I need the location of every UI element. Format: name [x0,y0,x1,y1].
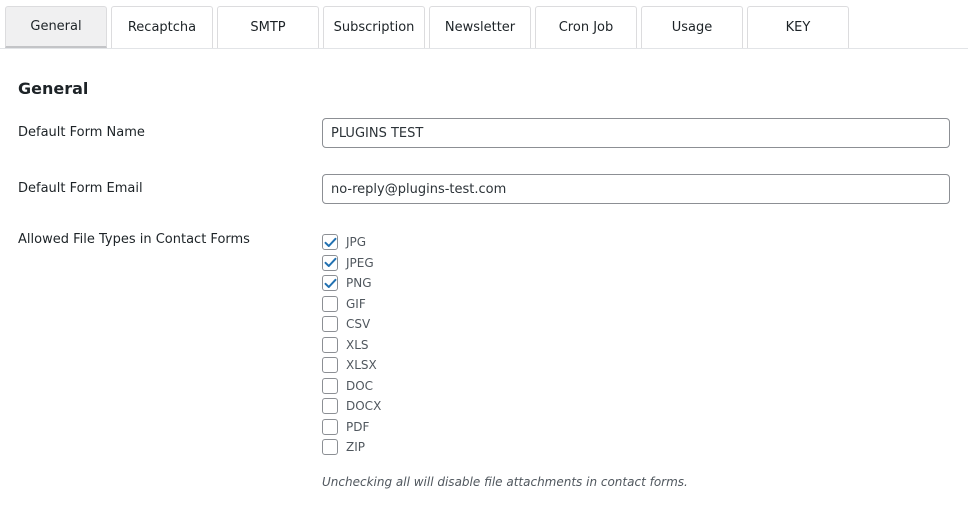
checkbox[interactable] [322,439,338,456]
file-type-option-doc[interactable]: DOC [322,376,622,397]
file-types-checklist: JPG JPEG PNG GIF CSV XLS XLSX DOC DOCX PDF ZIP [322,232,622,458]
default-form-name-label: Default Form Name [18,125,145,140]
file-type-option-pdf[interactable]: PDF [322,417,622,438]
file-type-label: JPG [346,235,367,250]
checkbox[interactable] [322,275,338,292]
checkbox[interactable] [322,377,338,394]
file-type-label: GIF [346,296,366,311]
section-title: General [18,79,89,98]
file-type-label: CSV [346,317,371,332]
file-type-option-zip[interactable]: ZIP [322,437,622,458]
file-type-label: PDF [346,419,370,434]
file-type-option-jpeg[interactable]: JPEG [322,253,622,274]
default-form-email-label: Default Form Email [18,181,143,196]
tab-newsletter[interactable]: Newsletter [429,6,531,48]
check-icon [324,237,336,247]
tab-cron-job[interactable]: Cron Job [535,6,637,48]
file-type-option-docx[interactable]: DOCX [322,396,622,417]
file-type-option-jpg[interactable]: JPG [322,232,622,253]
file-type-label: ZIP [346,440,365,455]
settings-tabs: General Recaptcha SMTP Subscription News… [0,0,968,49]
checkbox[interactable] [322,316,338,333]
tab-subscription[interactable]: Subscription [323,6,425,48]
checkbox[interactable] [322,357,338,374]
tab-smtp[interactable]: SMTP [217,6,319,48]
allowed-file-types-label: Allowed File Types in Contact Forms [18,232,250,247]
checkbox[interactable] [322,234,338,251]
file-type-label: DOCX [346,399,382,414]
check-icon [324,258,336,268]
checkbox[interactable] [322,418,338,435]
file-type-label: JPEG [346,255,374,270]
file-types-hint: Unchecking all will disable file attachm… [322,475,688,489]
file-type-option-png[interactable]: PNG [322,273,622,294]
checkbox[interactable] [322,336,338,353]
file-type-label: PNG [346,276,372,291]
check-icon [324,278,336,288]
tab-general[interactable]: General [5,6,107,48]
file-type-label: DOC [346,378,374,393]
default-form-email-input[interactable] [322,174,950,204]
checkbox[interactable] [322,398,338,415]
file-type-label: XLS [346,337,369,352]
default-form-name-input[interactable] [322,118,950,148]
tab-key[interactable]: KEY [747,6,849,48]
tab-recaptcha[interactable]: Recaptcha [111,6,213,48]
file-type-option-csv[interactable]: CSV [322,314,622,335]
file-type-option-xlsx[interactable]: XLSX [322,355,622,376]
checkbox[interactable] [322,254,338,271]
tab-usage[interactable]: Usage [641,6,743,48]
file-type-option-xls[interactable]: XLS [322,335,622,356]
file-type-label: XLSX [346,358,377,373]
checkbox[interactable] [322,295,338,312]
file-type-option-gif[interactable]: GIF [322,294,622,315]
